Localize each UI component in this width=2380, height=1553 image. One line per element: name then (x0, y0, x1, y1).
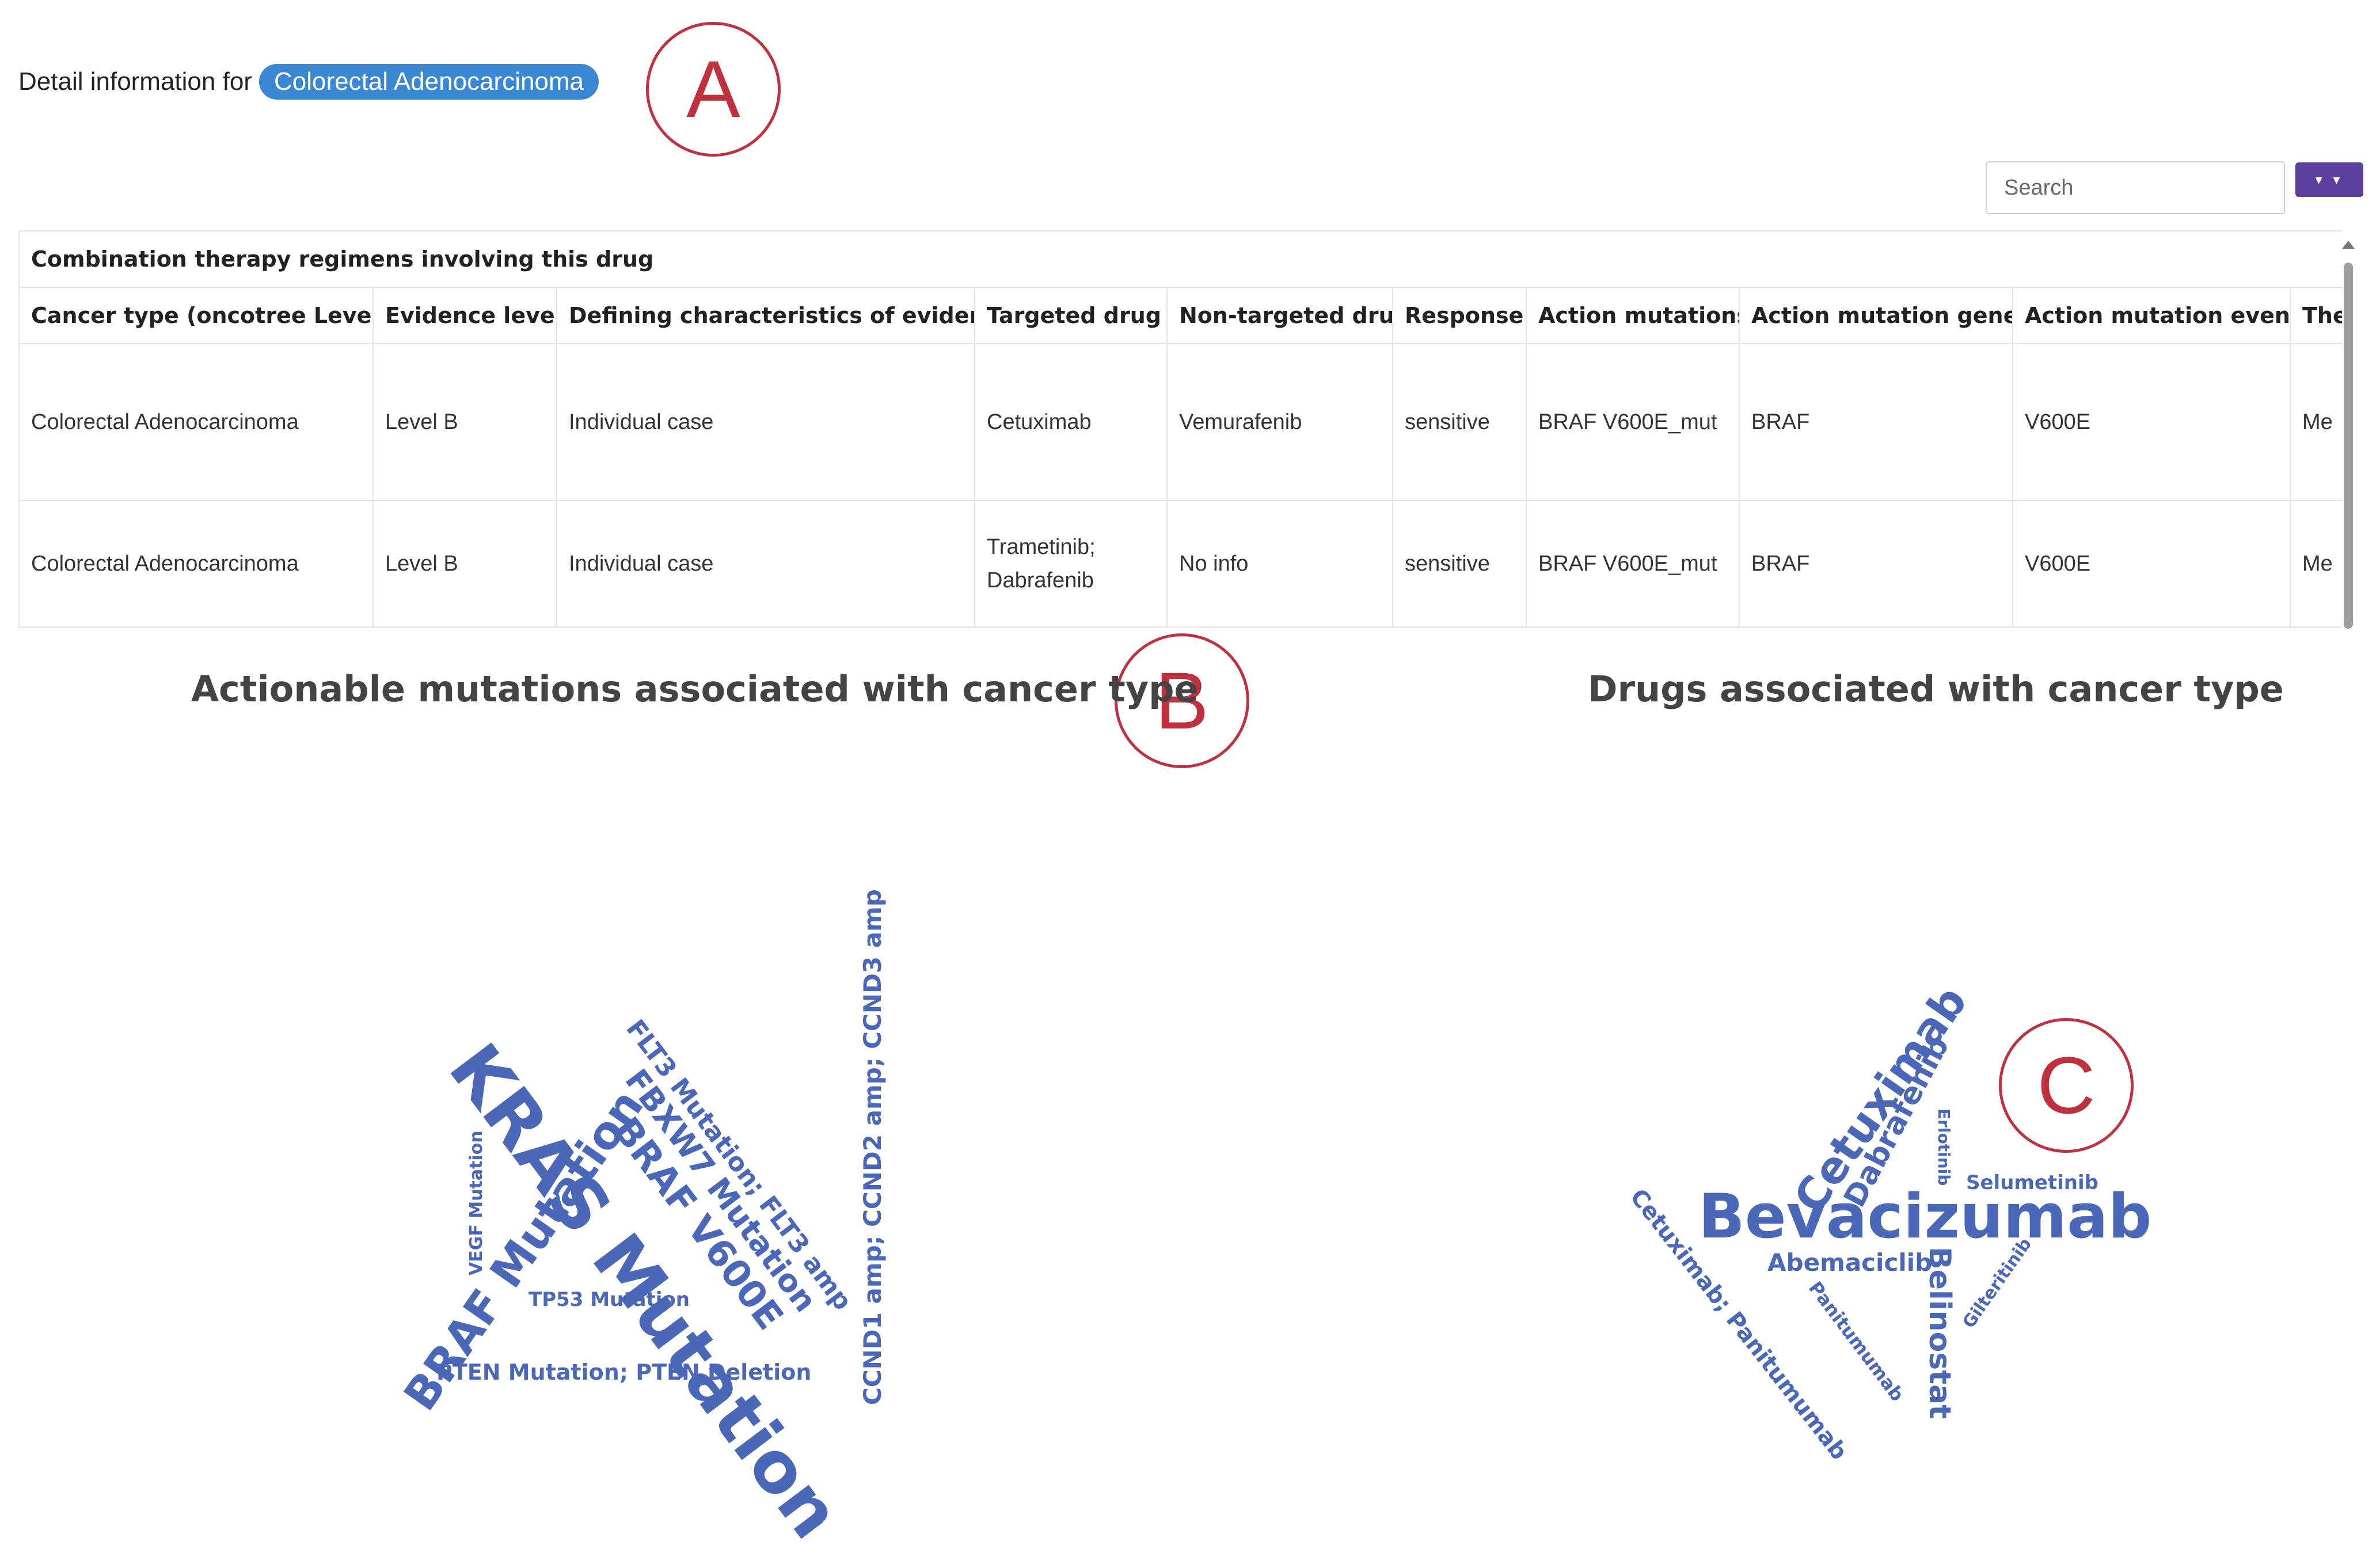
scroll-up-arrow[interactable] (2342, 241, 2355, 249)
column-header[interactable]: The (2290, 288, 2342, 344)
table-cell: BRAF V600E_mut (1526, 344, 1740, 501)
combination-table-panel: Combination therapy regimens involving t… (18, 230, 2342, 629)
detail-header: Detail information for Colorectal Adenoc… (18, 60, 599, 104)
column-header[interactable]: Action mutation events (2013, 288, 2291, 344)
column-header[interactable]: Defining characteristics of evidence (557, 288, 975, 344)
cloud-word[interactable]: Belinostat (1922, 1247, 1957, 1419)
table-row: Colorectal Adenocarcinoma Level B Indivi… (20, 500, 2342, 628)
annotation-a: A (646, 22, 781, 157)
column-header[interactable]: Non-targeted drug (1167, 288, 1393, 344)
table-cell: Trametinib; Dabrafenib (975, 500, 1168, 628)
column-header[interactable]: Evidence level (373, 288, 557, 344)
table-header-row: Cancer type (oncotree Level2) Evidence l… (20, 288, 2342, 344)
table-cell: Individual case (557, 344, 975, 501)
table-cell: BRAF V600E_mut (1526, 500, 1740, 628)
cloud-word[interactable]: PTEN Mutation; PTEN Deletion (436, 1361, 811, 1383)
cloud-word[interactable]: CCND1 amp; CCND2 amp; CCND3 amp (858, 889, 887, 1405)
table-cell: V600E (2013, 500, 2291, 628)
table-cell: Me (2290, 344, 2342, 501)
table-cell: No info (1167, 500, 1393, 628)
search-box[interactable] (1986, 161, 2285, 214)
table-cell: sensitive (1393, 500, 1527, 628)
annotation-c: C (1999, 1018, 2134, 1153)
table-cell: Me (2290, 500, 2342, 628)
combination-table: Cancer type (oncotree Level2) Evidence l… (20, 288, 2342, 628)
table-cell: sensitive (1393, 344, 1527, 501)
column-header[interactable]: Cancer type (oncotree Level2) (20, 288, 374, 344)
table-cell: Vemurafenib (1167, 344, 1393, 501)
cloud-word[interactable]: Erlotinib (1934, 1108, 1953, 1186)
cloud-word[interactable]: Selumetinib (1966, 1173, 2098, 1193)
table-caption: Combination therapy regimens involving t… (20, 231, 2342, 288)
columns-dropdown-button[interactable]: ▾ ▾ (2295, 162, 2363, 197)
cancer-type-badge[interactable]: Colorectal Adenocarcinoma (258, 64, 599, 100)
cloud-word[interactable]: Bevacizumab (1698, 1186, 2152, 1247)
table-cell: Colorectal Adenocarcinoma (20, 344, 374, 501)
column-header[interactable]: Action mutation genes (1739, 288, 2013, 344)
table-cell: Level B (373, 344, 557, 501)
table-scrollbar[interactable] (2344, 263, 2353, 629)
cloud-word[interactable]: Panitumumab (1804, 1277, 1908, 1406)
column-header[interactable]: Response (1393, 288, 1527, 344)
chevron-down-icon: ▾ ▾ (2315, 172, 2344, 188)
table-cell: Cetuximab (975, 344, 1168, 501)
cloud-word[interactable]: VEGF Mutation (466, 1130, 486, 1275)
cloud-word[interactable]: Abemaciclib (1767, 1251, 1932, 1275)
column-header[interactable]: Targeted drug (975, 288, 1168, 344)
table-row: Colorectal Adenocarcinoma Level B Indivi… (20, 344, 2342, 501)
table-cell: BRAF (1739, 344, 2013, 501)
mutations-title: Actionable mutations associated with can… (191, 668, 1199, 710)
detail-header-label: Detail information for (18, 67, 252, 96)
cloud-word[interactable]: TP53 Mutation (529, 1290, 690, 1309)
table-cell: Individual case (557, 500, 975, 628)
search-input[interactable] (1987, 162, 2284, 213)
column-header[interactable]: Action mutations (1526, 288, 1740, 344)
table-cell: Level B (373, 500, 557, 628)
table-cell: BRAF (1739, 500, 2013, 628)
table-cell: Colorectal Adenocarcinoma (20, 500, 374, 628)
drugs-title: Drugs associated with cancer type (1588, 668, 2284, 710)
table-cell: V600E (2013, 344, 2291, 501)
